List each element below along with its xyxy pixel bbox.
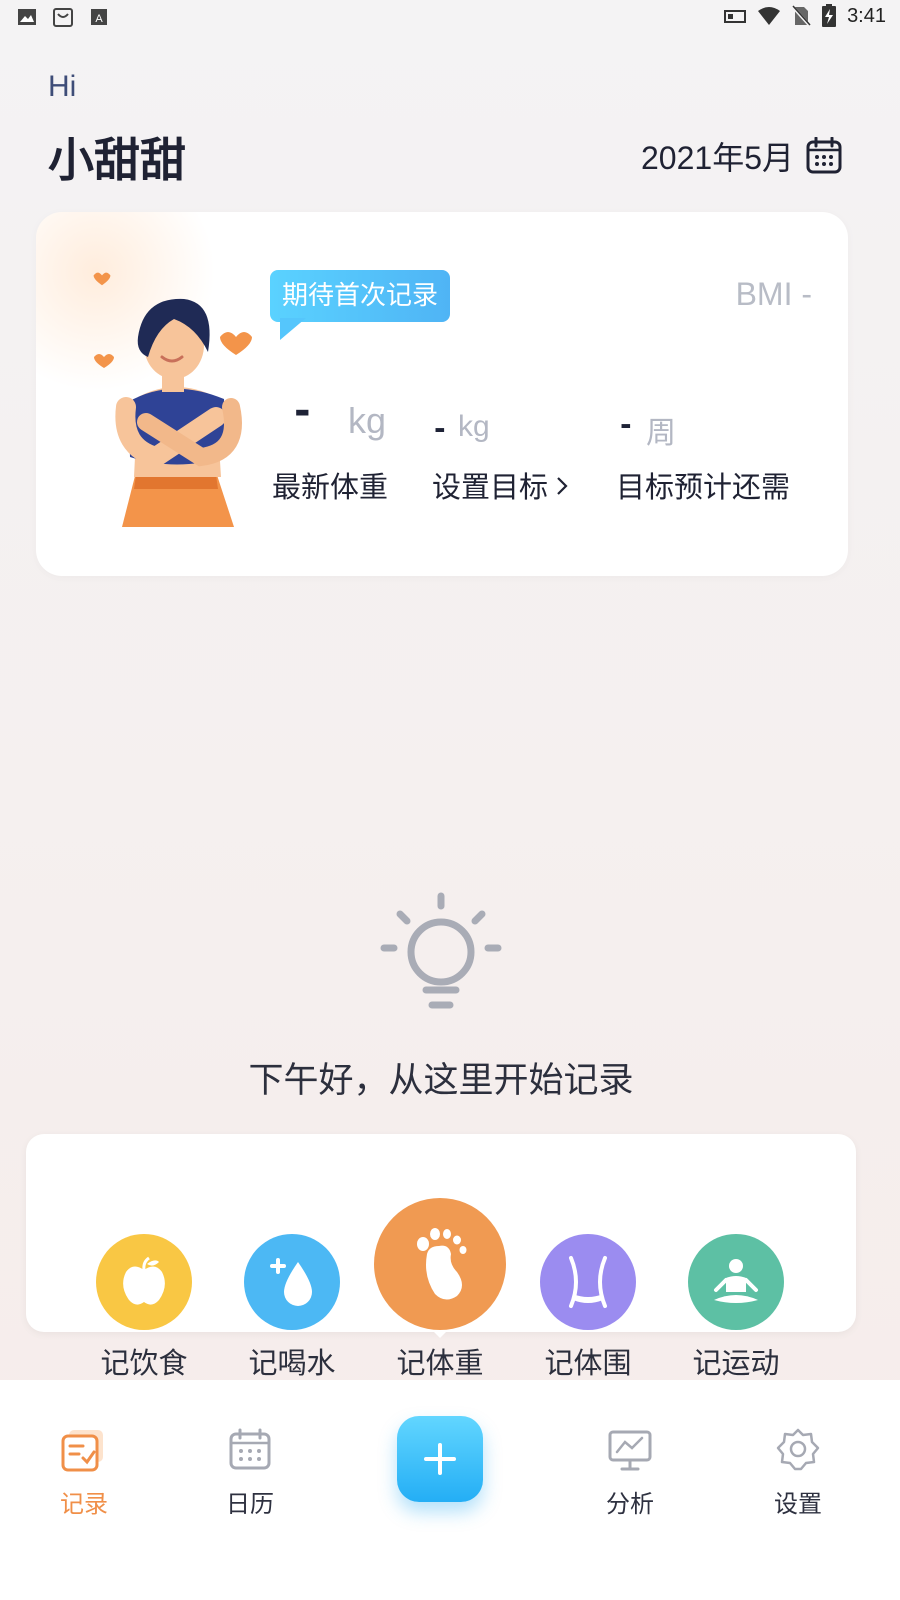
water-drop-icon [270, 1258, 312, 1306]
weeks-needed-value: - [620, 408, 632, 441]
svg-text:A: A [95, 13, 103, 25]
plus-icon [424, 1443, 456, 1475]
system-icons: 3:41 [723, 4, 886, 28]
bmi-value: BMI - [735, 276, 812, 312]
tab-calendar-label: 日历 [226, 1490, 274, 1518]
tab-analysis-label: 分析 [606, 1490, 654, 1518]
record-exercise-label: 记运动 [692, 1346, 780, 1380]
woman-illustration [93, 272, 252, 527]
waist-icon [569, 1256, 607, 1308]
first-record-bubble: 期待首次记录 [270, 270, 451, 322]
calendar-icon [229, 1428, 271, 1470]
bubble-tail [280, 318, 306, 340]
analysis-icon [608, 1430, 652, 1471]
water-icon-circle [244, 1234, 340, 1330]
weeks-needed-label: 目标预计还需 [616, 470, 791, 504]
status-bar: A 3:41 [0, 0, 900, 36]
battery-charging-icon [822, 4, 837, 27]
add-record-button[interactable] [397, 1416, 483, 1502]
weeks-needed-unit: 周 [646, 417, 676, 450]
record-water-button[interactable] [244, 1234, 340, 1330]
wifi-icon [758, 7, 781, 25]
cast-icon [724, 10, 747, 23]
tab-settings[interactable]: 设置 [748, 1428, 848, 1519]
target-weight-value: - [434, 412, 446, 445]
weight-summary-card: 期待首次记录 BMI - - kg 最新体重 - kg 设置目标 - 周 目标预… [36, 212, 848, 576]
tab-record-label: 记录 [60, 1490, 108, 1518]
apple-icon [123, 1256, 165, 1305]
exercise-icon-circle [688, 1234, 784, 1330]
record-weight-button[interactable] [374, 1198, 506, 1330]
shop-icon [53, 8, 73, 27]
record-food-label: 记饮食 [100, 1346, 188, 1380]
image-icon [18, 9, 36, 25]
tab-record[interactable]: 记录 [34, 1428, 134, 1519]
record-body-measure-label: 记体围 [544, 1346, 632, 1380]
waist-icon-circle [540, 1234, 636, 1330]
record-water-label: 记喝水 [248, 1346, 336, 1380]
chevron-right-icon [557, 477, 568, 495]
status-time: 3:41 [847, 4, 886, 27]
font-icon: A [91, 9, 107, 25]
tab-settings-label: 设置 [774, 1490, 822, 1518]
tab-calendar[interactable]: 日历 [200, 1428, 300, 1519]
weight-icon-circle [374, 1198, 506, 1330]
latest-weight-label: 最新体重 [272, 470, 389, 504]
greeting-text: Hi [48, 70, 77, 103]
tab-analysis[interactable]: 分析 [580, 1428, 680, 1519]
record-weight-label: 记体重 [396, 1346, 484, 1380]
record-food-button[interactable] [96, 1234, 192, 1330]
record-icon [61, 1430, 103, 1472]
record-body-measure-button[interactable] [540, 1234, 636, 1330]
settings-icon [776, 1428, 820, 1471]
lightbulb-icon [380, 892, 502, 1009]
month-selector[interactable]: 2021年5月 [641, 133, 842, 179]
notification-icons: A [16, 6, 110, 28]
food-icon-circle [96, 1234, 192, 1330]
no-sim-icon [791, 5, 812, 27]
record-exercise-button[interactable] [688, 1234, 784, 1330]
set-target-label: 设置目标 [432, 470, 549, 504]
meditation-icon [714, 1259, 758, 1303]
target-weight-unit: kg [458, 410, 490, 443]
footprint-icon [417, 1228, 467, 1300]
empty-state-message: 下午好，从这里开始记录 [248, 1061, 634, 1101]
calendar-icon[interactable] [806, 137, 842, 175]
bottom-navigation: 记录 日历 分析 设置 [0, 1380, 900, 1600]
latest-weight-value: - [294, 388, 311, 434]
set-target-link[interactable]: 设置目标 [432, 464, 568, 506]
latest-weight-unit: kg [348, 400, 387, 441]
current-month: 2021年5月 [641, 140, 794, 176]
username-title: 小甜甜 [48, 133, 186, 187]
